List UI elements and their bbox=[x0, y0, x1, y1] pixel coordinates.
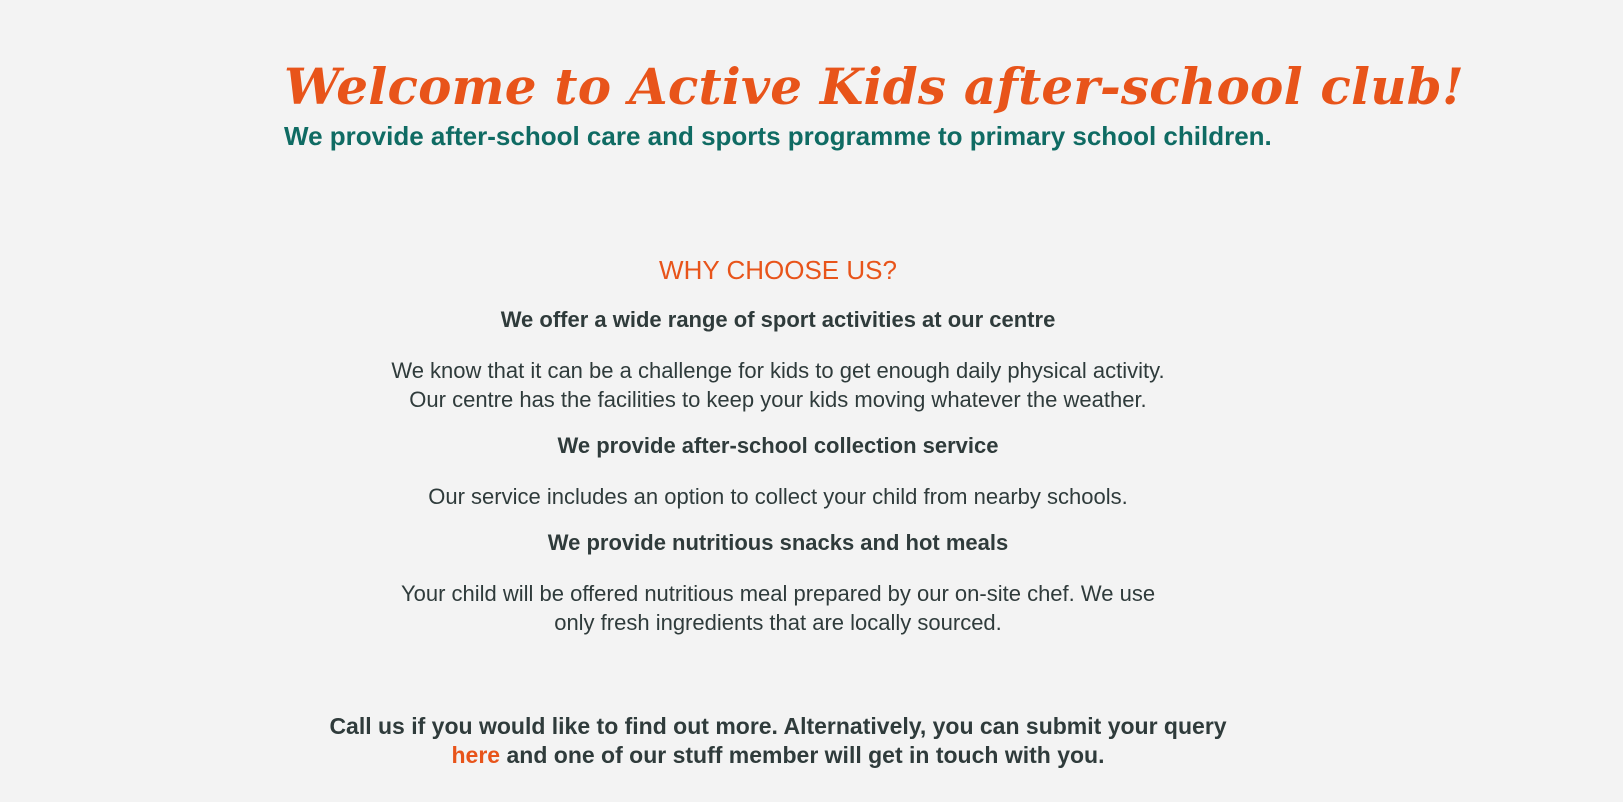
page-subtitle: We provide after-school care and sports … bbox=[284, 121, 1272, 151]
hero-section: Welcome to Active Kids after-school club… bbox=[284, 54, 1465, 152]
feature-text-meals: Your child will be offered nutritious me… bbox=[338, 579, 1218, 637]
why-choose-us-heading: WHY CHOOSE US? bbox=[659, 255, 897, 285]
feature-text-line: only fresh ingredients that are locally … bbox=[554, 610, 1002, 635]
page-title: Welcome to Active Kids after-school club… bbox=[284, 57, 1465, 116]
contact-section: Call us if you would like to find out mo… bbox=[0, 712, 1556, 770]
feature-text-line: We know that it can be a challenge for k… bbox=[391, 358, 1165, 383]
feature-title-sports: We offer a wide range of sport activitie… bbox=[500, 307, 1056, 332]
feature-text-collection: Our service includes an option to collec… bbox=[338, 482, 1218, 511]
query-form-link[interactable]: here bbox=[452, 742, 501, 768]
why-choose-us-section: WHY CHOOSE US? We offer a wide range of … bbox=[0, 250, 1556, 637]
contact-text-line2: and one of our stuff member will get in … bbox=[500, 742, 1105, 768]
feature-text-sports: We know that it can be a challenge for k… bbox=[338, 356, 1218, 414]
feature-text-line: Your child will be offered nutritious me… bbox=[400, 581, 1156, 606]
feature-title-collection: We provide after-school collection servi… bbox=[557, 433, 999, 458]
feature-text-line: Our service includes an option to collec… bbox=[428, 484, 1128, 509]
contact-text-line1: Call us if you would like to find out mo… bbox=[329, 713, 1227, 739]
feature-text-line: Our centre has the facilities to keep yo… bbox=[409, 387, 1147, 412]
feature-title-meals: We provide nutritious snacks and hot mea… bbox=[547, 530, 1009, 555]
